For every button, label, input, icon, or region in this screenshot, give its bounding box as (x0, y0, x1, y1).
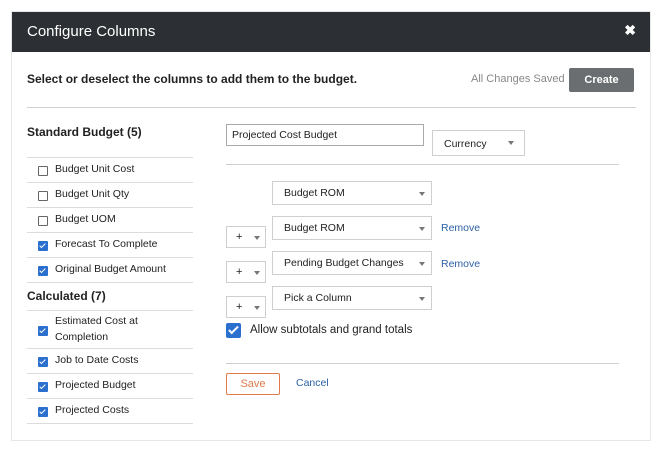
dialog-header: Configure Columns ✖ (12, 12, 650, 52)
column-option-label: Forecast To Complete (55, 238, 158, 250)
column-option[interactable]: Budget UOM (27, 208, 193, 233)
checkbox[interactable] (38, 216, 48, 226)
operator-select[interactable]: + (226, 261, 266, 283)
checkbox-checked[interactable] (38, 326, 48, 336)
remove-link[interactable]: Remove (441, 258, 480, 270)
allow-totals-checkbox[interactable] (226, 323, 241, 338)
operator-value: + (236, 231, 243, 243)
column-option-label: Budget Unit Cost (55, 163, 135, 175)
chevron-down-icon (419, 262, 425, 266)
create-button[interactable]: Create (569, 68, 634, 92)
budget-name-input[interactable]: Projected Cost Budget (226, 124, 424, 146)
column-option[interactable]: Budget Unit Qty (27, 183, 193, 208)
cancel-link[interactable]: Cancel (296, 377, 329, 389)
column-option[interactable]: Forecast To Complete (27, 233, 193, 258)
footer-divider (226, 363, 619, 364)
column-option-label: Completion (55, 331, 109, 343)
configure-columns-dialog: Configure Columns ✖ Select or deselect t… (11, 11, 651, 441)
column-select[interactable]: Pending Budget Changes (272, 251, 432, 275)
column-option[interactable]: Projected Costs (27, 399, 193, 424)
column-option[interactable]: Original Budget Amount (27, 258, 193, 283)
calculated-title: Calculated (7) (27, 289, 106, 303)
column-option-label: Projected Costs (55, 404, 130, 416)
chevron-down-icon (419, 192, 425, 196)
checkbox-checked[interactable] (38, 357, 48, 367)
instruction-text: Select or deselect the columns to add th… (27, 72, 358, 86)
remove-link[interactable]: Remove (441, 222, 480, 234)
format-select[interactable]: Currency (432, 130, 525, 156)
operator-select[interactable]: + (226, 296, 266, 318)
operator-select[interactable]: + (226, 226, 266, 248)
column-option[interactable]: Job to Date Costs (27, 349, 193, 374)
column-select-value: Pending Budget Changes (284, 257, 404, 269)
column-select-value: Budget ROM (284, 187, 345, 199)
checkbox[interactable] (38, 166, 48, 176)
checkbox-checked[interactable] (38, 407, 48, 417)
column-option-label: Estimated Cost at (55, 315, 138, 327)
checkbox[interactable] (38, 191, 48, 201)
chevron-down-icon (254, 236, 260, 240)
allow-totals-label: Allow subtotals and grand totals (250, 324, 413, 336)
operator-value: + (236, 301, 243, 313)
standard-budget-title: Standard Budget (5) (27, 125, 142, 139)
column-select-value: Pick a Column (284, 292, 352, 304)
checkbox-checked[interactable] (38, 266, 48, 276)
chevron-down-icon (419, 227, 425, 231)
save-button[interactable]: Save (226, 373, 280, 395)
column-option-label: Job to Date Costs (55, 354, 139, 366)
operator-value: + (236, 266, 243, 278)
column-option-label: Original Budget Amount (55, 263, 166, 275)
column-select[interactable]: Budget ROM (272, 181, 432, 205)
close-icon[interactable]: ✖ (624, 22, 636, 39)
chevron-down-icon (254, 306, 260, 310)
column-option-label: Budget UOM (55, 213, 116, 225)
builder-divider (226, 164, 619, 165)
chevron-down-icon (419, 297, 425, 301)
column-option[interactable]: Budget Unit Cost (27, 158, 193, 183)
save-status: All Changes Saved (471, 73, 565, 85)
column-select[interactable]: Pick a Column (272, 286, 432, 310)
column-option[interactable]: Estimated Cost at Completion (27, 310, 193, 349)
column-select[interactable]: Budget ROM (272, 216, 432, 240)
checkbox-checked[interactable] (38, 382, 48, 392)
format-select-value: Currency (444, 138, 487, 150)
chevron-down-icon (254, 271, 260, 275)
column-option-label: Projected Budget (55, 379, 136, 391)
dialog-title: Configure Columns (27, 23, 156, 40)
column-option-label: Budget Unit Qty (55, 188, 130, 200)
column-select-value: Budget ROM (284, 222, 345, 234)
checkbox-checked[interactable] (38, 241, 48, 251)
chevron-down-icon (508, 141, 514, 145)
column-option[interactable]: Projected Budget (27, 374, 193, 399)
header-divider (27, 107, 636, 108)
